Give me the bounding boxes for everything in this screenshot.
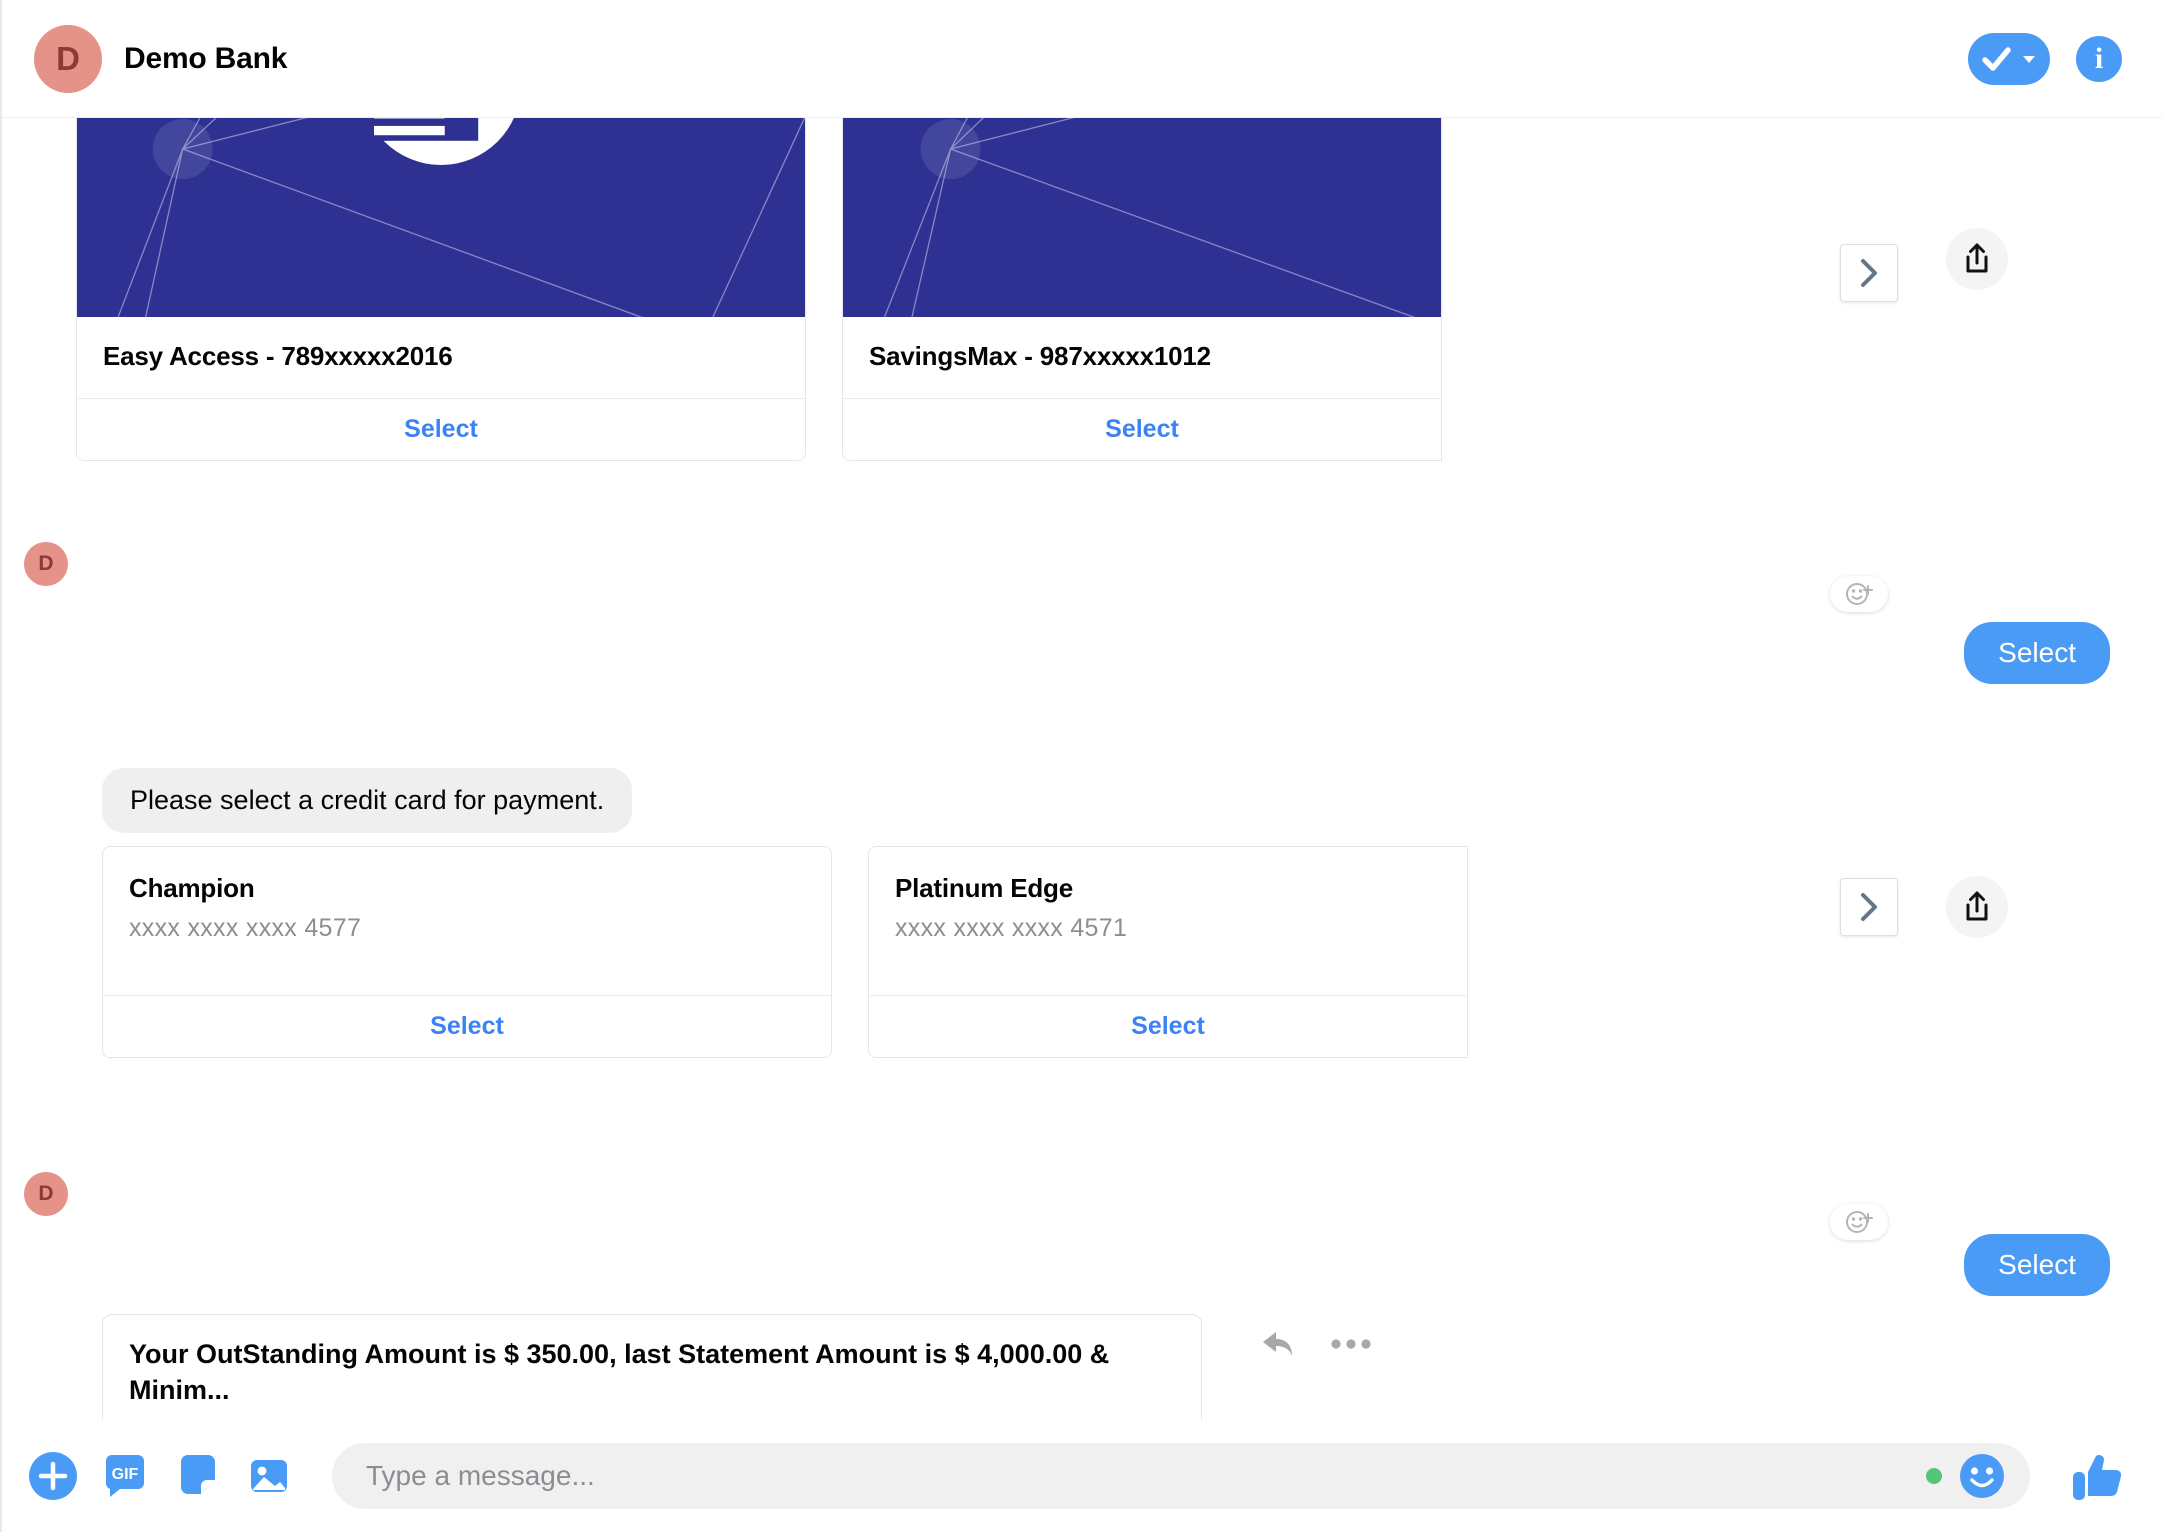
more-horizontal-icon	[1331, 1339, 1371, 1349]
thumbs-up-button[interactable]	[2068, 1448, 2126, 1504]
status-dot	[1926, 1468, 1942, 1484]
statement-card[interactable]: Your OutStanding Amount is $ 350.00, las…	[102, 1314, 1202, 1420]
message-composer: GIF	[2, 1420, 2162, 1532]
add-attachment-button[interactable]	[28, 1451, 78, 1501]
message-input[interactable]	[366, 1460, 1912, 1492]
chevron-right-icon	[1861, 259, 1877, 287]
card-icon-badge	[361, 118, 521, 165]
card-body: SavingsMax - 987xxxxx1012	[843, 317, 1441, 398]
bot-avatar: D	[24, 542, 68, 586]
chat-identity[interactable]: D Demo Bank	[34, 24, 288, 93]
user-message-bubble[interactable]: Select	[1964, 622, 2110, 684]
message-row-user-reply-1: Select	[1964, 622, 2110, 684]
card-select-button[interactable]: Select	[103, 995, 831, 1057]
add-reaction-button[interactable]	[1830, 1204, 1888, 1240]
message-row-bot-prompt: Please select a credit card for payment.	[102, 768, 633, 833]
image-button[interactable]	[244, 1451, 294, 1501]
card-hero-pattern	[843, 118, 1441, 317]
reply-button[interactable]	[1260, 1328, 1298, 1360]
card-select-button[interactable]: Select	[77, 398, 805, 460]
card-body: Platinum Edge xxxx xxxx xxxx 4571	[869, 847, 1467, 995]
share-icon	[1966, 243, 1988, 273]
message-hover-actions	[1260, 1328, 1372, 1360]
chat-header: D Demo Bank i	[2, 0, 2162, 118]
page-title: Demo Bank	[124, 41, 288, 75]
info-glyph: i	[2094, 41, 2104, 75]
card-title: Platinum Edge	[895, 873, 1073, 903]
bot-avatar: D	[24, 1172, 68, 1216]
message-thread[interactable]: D	[2, 118, 2162, 1420]
share-icon	[1966, 891, 1988, 921]
card-select-button[interactable]: Select	[869, 995, 1467, 1057]
emoji-plus-icon	[1846, 583, 1873, 605]
chevron-right-icon	[1861, 893, 1877, 921]
emoji-button[interactable]	[1956, 1450, 2008, 1502]
account-card[interactable]: SavingsMax - 987xxxxx1012 Select	[842, 118, 1442, 461]
svg-text:GIF: GIF	[112, 1466, 139, 1483]
card-body: Champion xxxx xxxx xxxx 4577	[103, 847, 831, 995]
message-input-wrapper[interactable]	[332, 1443, 2030, 1509]
gif-button[interactable]: GIF	[100, 1451, 150, 1501]
statement-text: Your OutStanding Amount is $ 350.00, las…	[129, 1339, 1110, 1405]
account-card[interactable]: Easy Access - 789xxxxx2016 Select	[76, 118, 806, 461]
header-actions: i	[1968, 32, 2122, 85]
message-row-credit-cards: Champion xxxx xxxx xxxx 4577 Select Plat…	[102, 846, 1468, 1058]
emoji-plus-icon	[1846, 1211, 1873, 1233]
info-button[interactable]: i	[2076, 35, 2122, 82]
chevron-down-icon	[2022, 55, 2035, 63]
sticker-button[interactable]	[172, 1451, 222, 1501]
user-message-bubble[interactable]: Select	[1964, 1234, 2110, 1296]
carousel-next-button[interactable]	[1840, 244, 1898, 302]
card-number: xxxx xxxx xxxx 4577	[129, 914, 362, 942]
credit-card-icon	[362, 118, 479, 141]
share-button[interactable]	[1946, 876, 2008, 938]
bot-message-bubble[interactable]: Please select a credit card for payment.	[102, 768, 633, 833]
avatar-initial: D	[56, 39, 80, 77]
card-title: Champion	[129, 873, 255, 903]
gif-icon: GIF	[105, 1455, 144, 1497]
card-title: Easy Access - 789xxxxx2016	[103, 341, 453, 371]
card-hero-image	[843, 118, 1441, 317]
card-select-button[interactable]: Select	[843, 398, 1441, 460]
message-row-user-reply-2: Select	[1964, 1234, 2110, 1296]
thumbs-up-icon	[2073, 1455, 2122, 1500]
message-row-accounts: D	[2, 118, 2162, 461]
messenger-chat-window: D Demo Bank i D	[0, 0, 2162, 1532]
more-options-button[interactable]	[1330, 1337, 1372, 1351]
credit-card[interactable]: Platinum Edge xxxx xxxx xxxx 4571 Select	[868, 846, 1468, 1058]
plus-circle-icon	[29, 1452, 77, 1500]
avatar: D	[34, 24, 102, 93]
emoji-smiley-icon	[1960, 1454, 2004, 1498]
credit-card-carousel[interactable]: Champion xxxx xxxx xxxx 4577 Select Plat…	[102, 846, 1468, 1058]
share-button[interactable]	[1946, 228, 2008, 290]
check-icon	[1981, 46, 2011, 71]
reply-icon	[1263, 1332, 1292, 1356]
image-icon	[251, 1460, 287, 1492]
account-carousel[interactable]: Easy Access - 789xxxxx2016 Select Saving…	[76, 118, 1442, 461]
message-row-statement: Your OutStanding Amount is $ 350.00, las…	[102, 1314, 1202, 1420]
credit-card[interactable]: Champion xxxx xxxx xxxx 4577 Select	[102, 846, 832, 1058]
carousel-next-button[interactable]	[1840, 878, 1898, 936]
card-title: SavingsMax - 987xxxxx1012	[869, 341, 1211, 371]
sticker-icon	[181, 1455, 215, 1494]
add-reaction-button[interactable]	[1830, 576, 1888, 612]
mark-done-button[interactable]	[1968, 32, 2050, 85]
card-number: xxxx xxxx xxxx 4571	[895, 914, 1128, 942]
card-body: Easy Access - 789xxxxx2016	[77, 317, 805, 398]
card-hero-image	[77, 118, 805, 317]
